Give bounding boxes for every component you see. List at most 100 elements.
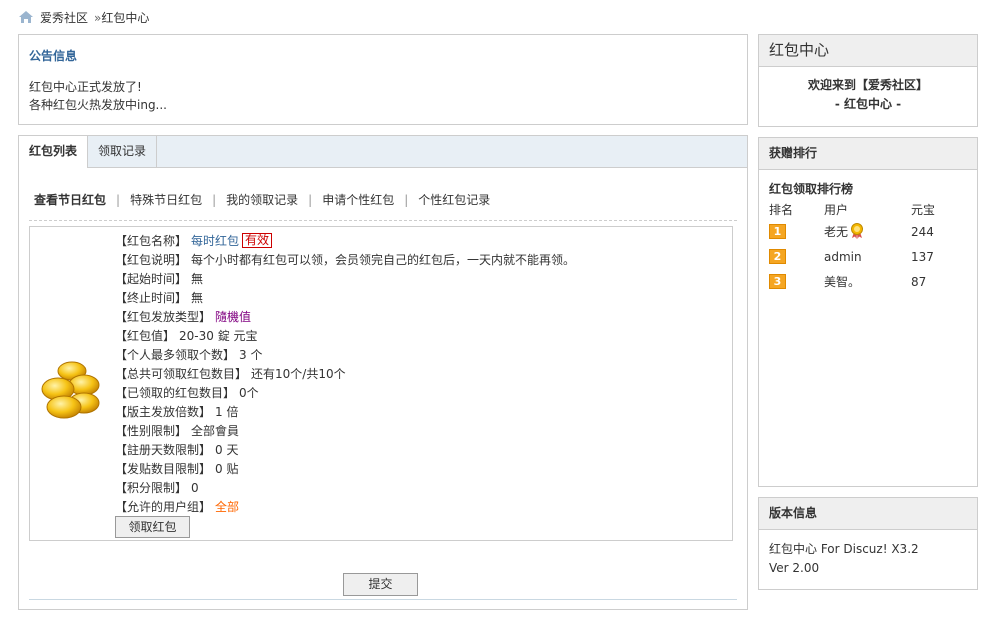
tab-red-packet-list[interactable]: 红包列表 bbox=[19, 136, 89, 168]
field-label: 【红包值】 bbox=[115, 329, 176, 343]
subnav-special-holiday-packets[interactable]: 特殊节日红包 bbox=[130, 191, 202, 208]
rank-number: 3 bbox=[769, 274, 786, 289]
version-product: 红包中心 For Discuz! X3.2 bbox=[769, 542, 919, 556]
table-row: 3 美智。 87 bbox=[769, 269, 949, 294]
field-packet-name: 【红包名称】 每时红包 有效 bbox=[115, 232, 575, 251]
field-end-time: 【终止时间】無 bbox=[115, 289, 575, 308]
field-label: 【总共可领取红包数目】 bbox=[115, 367, 248, 381]
subnav-my-claim-records[interactable]: 我的领取记录 bbox=[226, 191, 298, 208]
field-claimed-count: 【已领取的红包数目】 0个 bbox=[115, 384, 575, 403]
field-label: 【版主发放倍数】 bbox=[115, 405, 212, 419]
field-registration-days-limit: 【註册天数限制】 0 天 bbox=[115, 441, 575, 460]
field-label: 【终止时间】 bbox=[115, 291, 188, 305]
side-center-title: 红包中心 bbox=[759, 35, 977, 67]
red-packet-panel: 红包列表 领取记录 查看节日红包 | 特殊节日红包 | 我的领取记录 | 申请个… bbox=[18, 135, 748, 610]
rank-number: 1 bbox=[769, 224, 786, 239]
field-label: 【红包说明】 bbox=[115, 253, 188, 267]
red-packet-card: 【红包名称】 每时红包 有效 【红包说明】 每个小时都有红包可以领，会员领完自己的红包… bbox=[29, 226, 733, 541]
field-value: 0 贴 bbox=[215, 462, 239, 476]
field-value: 0 天 bbox=[215, 443, 239, 457]
divider bbox=[29, 599, 737, 600]
announcement-line: 红包中心正式发放了! bbox=[29, 80, 142, 94]
table-row: 2 admin 137 bbox=[769, 244, 949, 269]
field-value: 3 个 bbox=[239, 348, 263, 362]
announcement-line: 各种红包火热发放中ing... bbox=[29, 98, 168, 112]
ranking-panel: 获赠排行 红包领取排行榜 排名 用户 元宝 1 老无 244 2 admin 1… bbox=[758, 137, 978, 487]
field-label: 【註册天数限制】 bbox=[115, 443, 212, 457]
version-panel: 版本信息 红包中心 For Discuz! X3.2 Ver 2.00 bbox=[758, 497, 978, 590]
tab-claim-records[interactable]: 领取记录 bbox=[88, 136, 158, 167]
ranking-amount: 244 bbox=[911, 224, 934, 239]
field-label: 【允许的用户组】 bbox=[115, 500, 212, 514]
subnav-apply-custom-packet[interactable]: 申请个性红包 bbox=[322, 191, 394, 208]
breadcrumb-current: 红包中心 bbox=[101, 10, 150, 25]
field-max-per-user: 【个人最多领取个数】 3 个 bbox=[115, 346, 575, 365]
field-post-count-limit: 【发贴数目限制】 0 贴 bbox=[115, 460, 575, 479]
version-number: Ver 2.00 bbox=[769, 561, 820, 575]
ranking-user-link[interactable]: 老无 bbox=[824, 225, 848, 239]
ranking-amount: 87 bbox=[911, 274, 927, 289]
rank-number: 2 bbox=[769, 249, 786, 264]
field-credit-limit: 【积分限制】 0 bbox=[115, 479, 575, 498]
field-label: 【已领取的红包数目】 bbox=[115, 386, 236, 400]
sub-navigation: 查看节日红包 | 特殊节日红包 | 我的领取记录 | 申请个性红包 | 个性红包… bbox=[34, 191, 490, 208]
gold-coins-icon bbox=[41, 361, 100, 419]
column-header: 元宝 bbox=[911, 203, 936, 217]
field-start-time: 【起始时间】無 bbox=[115, 270, 575, 289]
announcement-panel: 公告信息 红包中心正式发放了! 各种红包火热发放中ing... bbox=[18, 34, 748, 125]
field-value: 全部 bbox=[215, 500, 240, 514]
subnav-separator: | bbox=[116, 192, 121, 207]
home-icon[interactable] bbox=[18, 10, 34, 24]
field-total-available: 【总共可领取红包数目】 还有10个/共10个 bbox=[115, 365, 575, 384]
field-distribution-type: 【红包发放类型】 隨機值 bbox=[115, 308, 575, 327]
ranking-user-link[interactable]: admin bbox=[824, 244, 911, 269]
claim-red-packet-button[interactable]: 领取红包 bbox=[115, 516, 190, 538]
field-label: 【个人最多领取个数】 bbox=[115, 348, 236, 362]
divider bbox=[29, 220, 737, 221]
field-packet-value: 【红包值】 20-30 錠 元宝 bbox=[115, 327, 575, 346]
ranking-table: 排名 用户 元宝 1 老无 244 2 admin 137 3 美智。 87 bbox=[769, 200, 949, 294]
subnav-custom-packet-records[interactable]: 个性红包记录 bbox=[418, 191, 490, 208]
welcome-line: 欢迎来到【爱秀社区】 bbox=[807, 78, 928, 92]
field-value: 隨機值 bbox=[215, 310, 252, 324]
field-value: 每时红包 bbox=[191, 234, 240, 248]
field-label: 【发贴数目限制】 bbox=[115, 462, 212, 476]
ranking-user-link[interactable]: 美智。 bbox=[824, 269, 911, 294]
field-moderator-multiplier: 【版主发放倍数】 1 倍 bbox=[115, 403, 575, 422]
breadcrumb: 爱秀社区 »红包中心 bbox=[18, 8, 149, 26]
field-value: 無 bbox=[191, 272, 204, 286]
subnav-separator: | bbox=[212, 192, 217, 207]
field-label: 【起始时间】 bbox=[115, 272, 188, 286]
subnav-separator: | bbox=[404, 192, 409, 207]
field-value: 全部會員 bbox=[191, 424, 240, 438]
field-packet-description: 【红包说明】 每个小时都有红包可以领，会员领完自己的红包后，一天内就不能再领。 bbox=[115, 251, 575, 270]
field-label: 【积分限制】 bbox=[115, 481, 188, 495]
table-row: 1 老无 244 bbox=[769, 219, 949, 244]
medal-icon bbox=[851, 223, 864, 239]
column-header: 排名 bbox=[769, 203, 794, 217]
subnav-holiday-packets[interactable]: 查看节日红包 bbox=[34, 191, 106, 208]
field-value: 0个 bbox=[239, 386, 259, 400]
submit-button[interactable]: 提交 bbox=[343, 573, 418, 596]
field-label: 【红包名称】 bbox=[115, 234, 188, 248]
subnav-separator: | bbox=[308, 192, 313, 207]
red-packet-details: 【红包名称】 每时红包 有效 【红包说明】 每个小时都有红包可以领，会员领完自己的红包… bbox=[115, 232, 575, 517]
field-label: 【性别限制】 bbox=[115, 424, 188, 438]
field-allowed-groups: 【允许的用户组】 全部 bbox=[115, 498, 575, 517]
field-value: 1 倍 bbox=[215, 405, 239, 419]
tab-bar: 红包列表 领取记录 bbox=[19, 136, 747, 168]
status-badge: 有效 bbox=[242, 233, 273, 248]
field-value: 每个小时都有红包可以领，会员领完自己的红包后，一天内就不能再领。 bbox=[191, 253, 576, 267]
field-value: 20-30 錠 元宝 bbox=[179, 329, 258, 343]
breadcrumb-site-link[interactable]: 爱秀社区 bbox=[40, 9, 88, 26]
ranking-amount: 137 bbox=[911, 249, 934, 264]
welcome-subline: - 红包中心 - bbox=[834, 97, 902, 111]
field-gender-limit: 【性别限制】 全部會員 bbox=[115, 422, 575, 441]
version-title: 版本信息 bbox=[759, 498, 977, 530]
ranking-title: 获赠排行 bbox=[759, 138, 977, 170]
column-header: 用户 bbox=[824, 203, 849, 217]
field-label: 【红包发放类型】 bbox=[115, 310, 212, 324]
field-value: 还有10个/共10个 bbox=[251, 367, 346, 381]
announcement-title: 公告信息 bbox=[29, 49, 78, 63]
field-value: 0 bbox=[191, 481, 199, 495]
